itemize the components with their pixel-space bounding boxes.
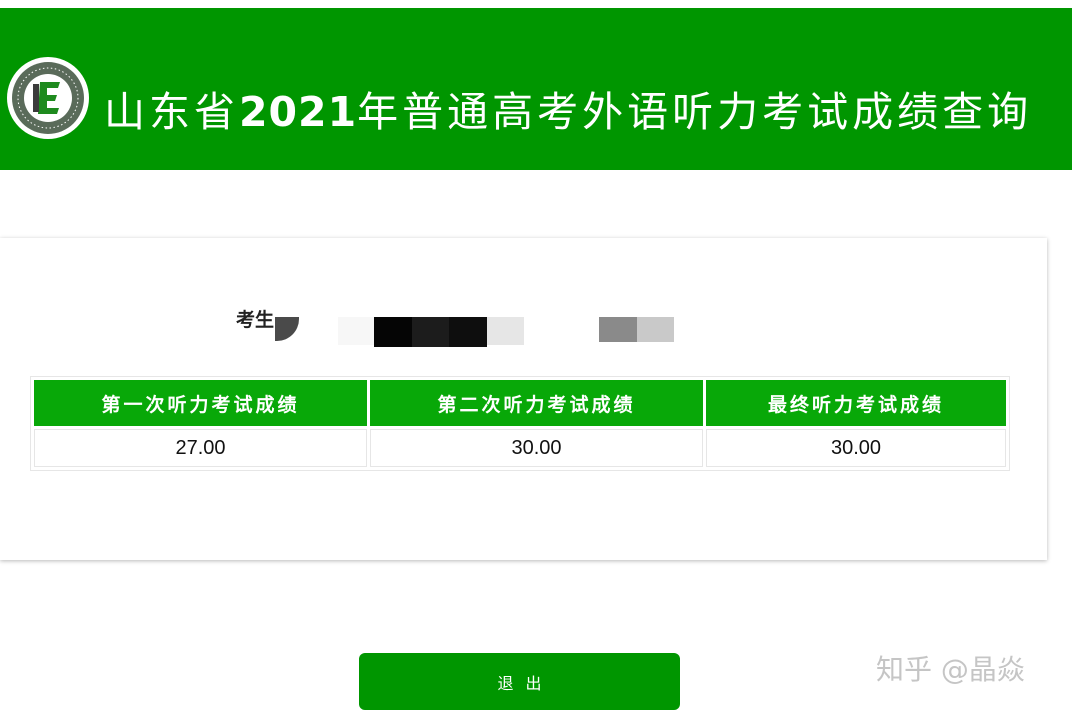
score-table: 第一次听力考试成绩 第二次听力考试成绩 最终听力考试成绩 27.00 30.00…	[30, 376, 1010, 471]
mosaic-block	[275, 317, 299, 341]
score-table-header-row: 第一次听力考试成绩 第二次听力考试成绩 最终听力考试成绩	[34, 380, 1006, 426]
mosaic-block	[412, 317, 449, 347]
mosaic-block	[449, 317, 487, 347]
second-listening-score: 30.00	[370, 429, 703, 467]
title-suffix: 年普通高考外语听力考试成绩查询	[357, 88, 1033, 136]
first-listening-score: 27.00	[34, 429, 367, 467]
candidate-label: 考生	[236, 309, 275, 331]
mosaic-block	[338, 317, 374, 345]
page-title: 山东省2021年普通高考外语听力考试成绩查询	[104, 86, 1054, 138]
title-year: 2021	[239, 88, 358, 136]
page: 山东省2021年普通高考外语听力考试成绩查询 考生 第一次听力考试成绩 第二次听…	[0, 0, 1072, 715]
header-banner: 山东省2021年普通高考外语听力考试成绩查询	[0, 8, 1072, 170]
watermark: 知乎 @晶焱	[876, 653, 1025, 686]
header-first-listening-score: 第一次听力考试成绩	[34, 380, 367, 426]
mosaic-block	[637, 317, 674, 342]
mosaic-block	[374, 317, 412, 347]
mosaic-block	[599, 317, 637, 342]
header-second-listening-score: 第二次听力考试成绩	[370, 380, 703, 426]
final-listening-score: 30.00	[706, 429, 1006, 467]
exit-button[interactable]: 退出	[359, 653, 680, 710]
table-row: 27.00 30.00 30.00	[34, 429, 1006, 467]
result-card: 考生 第一次听力考试成绩 第二次听力考试成绩 最终听力考试成绩 27.00 30…	[0, 238, 1047, 560]
title-prefix: 山东省	[104, 88, 239, 136]
header-final-listening-score: 最终听力考试成绩	[706, 380, 1006, 426]
education-logo-icon	[7, 57, 89, 139]
mosaic-block	[487, 317, 524, 345]
